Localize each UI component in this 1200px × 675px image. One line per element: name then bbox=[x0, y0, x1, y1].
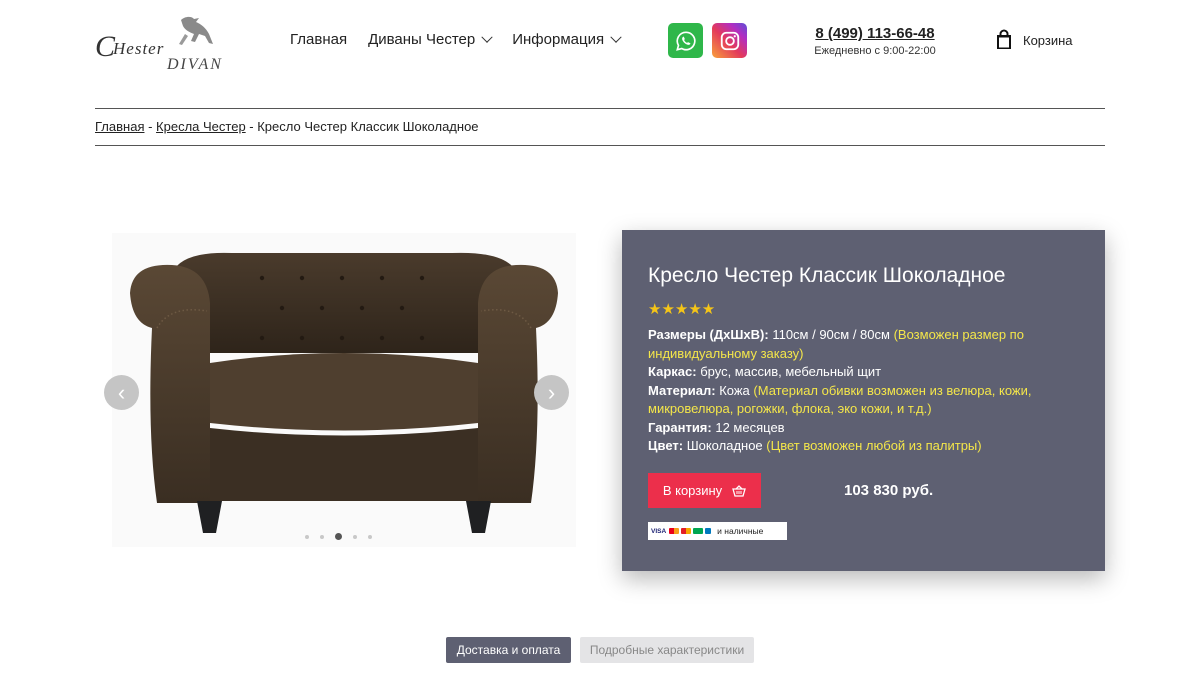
logo-line2: DIVAN bbox=[166, 56, 223, 72]
spec-color: Цвет: Шоколадное (Цвет возможен любой из… bbox=[648, 438, 982, 453]
breadcrumb-current: Кресло Честер Классик Шоколадное bbox=[257, 119, 479, 134]
armchair-photo bbox=[130, 252, 558, 533]
nav-item-info[interactable]: Информация bbox=[512, 31, 622, 48]
breadcrumb: Главная - Кресла Честер - Кресло Честер … bbox=[95, 119, 479, 134]
product-price: 103 830 руб. bbox=[844, 482, 934, 499]
nav-item-home[interactable]: Главная bbox=[290, 31, 347, 48]
whatsapp-button[interactable] bbox=[668, 23, 703, 58]
spec-dimensions: Размеры (ДхШхВ): 110см / 90см / 80см (Во… bbox=[648, 327, 1024, 361]
carousel-next-button[interactable]: › bbox=[534, 375, 569, 410]
nav-item-label: Информация bbox=[512, 31, 605, 48]
instagram-icon bbox=[720, 31, 739, 50]
carousel-dot[interactable] bbox=[368, 534, 372, 539]
chester-divan-logo: C Hester DIVAN bbox=[95, 16, 223, 72]
main-nav: Главная Диваны Честер Информация bbox=[290, 31, 641, 48]
spec-material: Материал: Кожа (Материал обивки возможен… bbox=[648, 382, 1032, 417]
nav-item-label: Главная bbox=[290, 31, 348, 48]
chevron-down-icon bbox=[610, 31, 622, 43]
carousel-dot[interactable] bbox=[320, 534, 324, 539]
product-info-panel: Кресло Честер Классик Шоколадное ★★★★★ Р… bbox=[622, 230, 1105, 571]
breadcrumb-link-armchairs[interactable]: Кресла Честер bbox=[156, 119, 246, 134]
nav-item-label: Диваны Честер bbox=[368, 31, 476, 48]
mastercard-icon bbox=[669, 528, 680, 534]
chevron-right-icon: › bbox=[547, 379, 556, 405]
product-title: Кресло Честер Классик Шоколадное bbox=[648, 264, 1006, 287]
maestro-icon bbox=[681, 528, 692, 534]
tab-specifications[interactable]: Подробные характеристики bbox=[580, 637, 754, 663]
chevron-down-icon bbox=[481, 31, 493, 43]
product-specs: Размеры (ДхШхВ): 110см / 90см / 80см (Во… bbox=[648, 326, 1088, 456]
carousel-dot[interactable] bbox=[335, 533, 342, 540]
divider bbox=[95, 145, 1105, 146]
cash-label: и наличные bbox=[717, 526, 764, 536]
tab-label: Подробные характеристики bbox=[589, 643, 745, 657]
carousel-dot[interactable] bbox=[353, 534, 357, 539]
spec-frame: Каркас: брус, массив, мебельный щит bbox=[648, 364, 882, 379]
whatsapp-icon bbox=[675, 30, 696, 51]
visa-logo: VISA bbox=[651, 527, 667, 535]
tab-delivery[interactable]: Доставка и оплата bbox=[446, 637, 571, 663]
breadcrumb-separator: - bbox=[144, 119, 157, 134]
site-logo[interactable]: C Hester DIVAN bbox=[95, 14, 235, 72]
add-to-cart-label: В корзину bbox=[662, 483, 723, 498]
rating-stars: ★★★★★ bbox=[648, 301, 716, 318]
cart-link[interactable]: Корзина bbox=[995, 29, 1073, 51]
carousel-prev-button[interactable]: ‹ bbox=[104, 375, 139, 410]
breadcrumb-separator: - bbox=[245, 119, 258, 134]
tab-label: Доставка и оплата bbox=[456, 643, 561, 657]
payment-methods: VISA и наличные bbox=[648, 522, 787, 540]
nav-item-sofas[interactable]: Диваны Честер bbox=[368, 31, 493, 48]
working-hours: Ежедневно с 9:00-22:00 bbox=[814, 45, 936, 57]
chevron-left-icon: ‹ bbox=[117, 379, 126, 405]
mir-icon bbox=[693, 528, 704, 534]
add-to-cart-button[interactable]: В корзину bbox=[648, 473, 761, 508]
spec-warranty: Гарантия: 12 месяцев bbox=[648, 419, 785, 435]
contact-block: 8 (499) 113-66-48 Ежедневно с 9:00-22:00 bbox=[800, 25, 950, 57]
carousel-dot[interactable] bbox=[305, 534, 309, 539]
site-header: C Hester DIVAN Главная Диваны Честер Инф… bbox=[0, 0, 1200, 90]
phone-link[interactable]: 8 (499) 113-66-48 bbox=[800, 25, 950, 42]
logo-line1: Hester bbox=[112, 39, 164, 58]
instagram-button[interactable] bbox=[712, 23, 747, 58]
basket-icon bbox=[732, 484, 747, 497]
cart-label: Корзина bbox=[1023, 32, 1073, 48]
shopping-bag-icon bbox=[997, 29, 1011, 49]
breadcrumb-link-home[interactable]: Главная bbox=[95, 119, 144, 134]
carousel-dots bbox=[305, 533, 383, 540]
divider bbox=[95, 108, 1105, 109]
product-image[interactable] bbox=[112, 233, 576, 547]
diners-icon bbox=[705, 528, 712, 534]
